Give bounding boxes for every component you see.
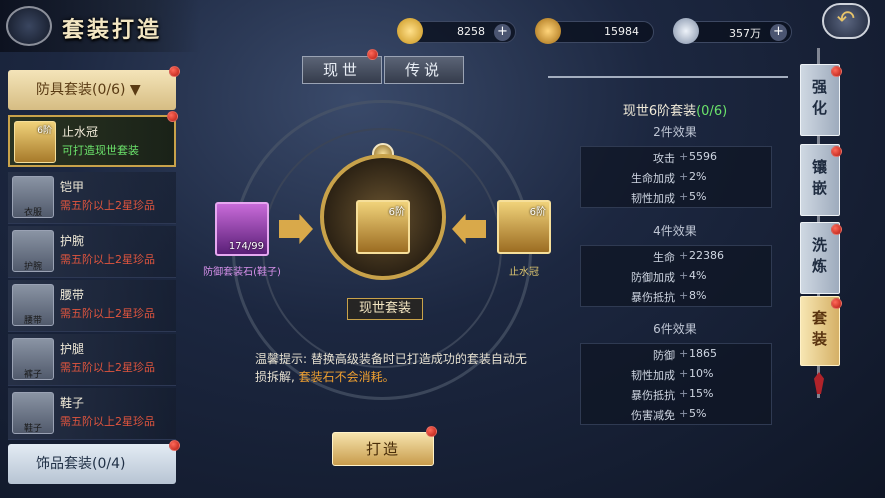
item-name: 铠甲 <box>60 180 85 194</box>
notification-dot <box>367 49 378 60</box>
item-rank: 6阶 <box>37 126 52 136</box>
accessory-set-category-button[interactable]: 饰品套装(0/4) <box>8 440 180 484</box>
notification-dot <box>831 224 842 235</box>
page-title: 套装打造 <box>62 18 163 43</box>
list-item-bracer[interactable]: 护腕 护腕 需五阶以上2星珍品 <box>8 226 176 278</box>
tip-text: 温馨提示: 替换高级装备时已打造成功的套装自动无损拆解, 套装石不会消耗。 <box>255 352 527 384</box>
currency-bound-gold-value: 15984 <box>604 25 639 38</box>
armor-slot-icon: 衣服 <box>12 176 54 218</box>
list-item-leggings[interactable]: 裤子 护腿 需五阶以上2星珍品 <box>8 334 176 386</box>
list-item-shoes[interactable]: 鞋子 鞋子 需五阶以上2星珍品 <box>8 388 176 440</box>
target-equipment-slot[interactable]: 6阶 <box>497 200 551 254</box>
item-desc: 需五阶以上2星珍品 <box>60 361 155 374</box>
dropdown-triangle-icon: ▼ <box>129 82 141 98</box>
set-title: 现世6阶套装(0/6) <box>622 104 728 119</box>
set-stone-slot[interactable]: 174/99 <box>215 202 269 256</box>
leggings-slot-icon: 裤子 <box>12 338 54 380</box>
notification-dot <box>831 298 842 309</box>
item-desc: 需五阶以上2星珍品 <box>60 307 155 320</box>
armor-set-category-label: 防具套装(0/6) <box>36 82 126 98</box>
center-slot-rank: 6阶 <box>388 207 405 218</box>
item-name: 止水冠 <box>62 125 99 139</box>
currency-silver: 357万 + <box>673 18 792 44</box>
currency-gold: 8258 + <box>397 18 516 44</box>
item-name: 护腿 <box>60 342 85 356</box>
notification-dot <box>167 111 178 122</box>
accessory-set-category-label: 饰品套装(0/4) <box>36 456 126 472</box>
forge-button[interactable]: 打造 <box>332 432 434 466</box>
item-desc: 需五阶以上2星珍品 <box>60 253 155 266</box>
item-desc: 可打造现世套装 <box>62 144 139 157</box>
tassel-icon <box>814 372 824 394</box>
notification-dot <box>426 426 437 437</box>
notification-dot <box>831 66 842 77</box>
notification-dot <box>169 66 180 77</box>
target-slot-rank: 6阶 <box>529 207 546 218</box>
effect-box-4: 生命 +22386 防御加成 +4% 暴伤抵抗 +8% <box>580 245 772 307</box>
add-silver-button[interactable]: + <box>770 24 787 41</box>
list-item-belt[interactable]: 腰带 腰带 需五阶以上2星珍品 <box>8 280 176 332</box>
currency-bound-gold: 15984 <box>535 18 654 44</box>
back-arrow-icon: ↶ <box>836 7 856 32</box>
item-name: 鞋子 <box>60 396 85 410</box>
currency-silver-value: 357万 <box>729 27 761 40</box>
silver-coin-icon <box>673 18 699 44</box>
panel-divider <box>548 76 788 88</box>
helmet-icon: 6阶 <box>14 121 56 163</box>
effect-head-4: 4件效果 <box>653 224 697 238</box>
armor-set-category-button[interactable]: 防具套装(0/6) ▼ <box>8 66 180 110</box>
currency-gold-value: 8258 <box>457 25 485 38</box>
bracer-slot-icon: 护腕 <box>12 230 54 272</box>
effect-head-6: 6件效果 <box>653 322 697 336</box>
set-stone-count: 174/99 <box>228 241 264 252</box>
shoes-slot-icon: 鞋子 <box>12 392 54 434</box>
bound-gold-icon <box>535 18 561 44</box>
set-type-plate: 现世套装 <box>347 298 423 320</box>
effect-head-2: 2件效果 <box>653 125 697 139</box>
list-item-armor[interactable]: 衣服 铠甲 需五阶以上2星珍品 <box>8 172 176 224</box>
list-item-zhishuiguan[interactable]: 6阶 止水冠 可打造现世套装 <box>8 111 178 167</box>
set-stone-label: 防御套装石(鞋子) <box>203 267 281 278</box>
item-name: 护腕 <box>60 234 85 248</box>
back-button[interactable]: ↶ <box>822 3 870 39</box>
item-desc: 需五阶以上2星珍品 <box>60 199 155 212</box>
effect-box-6: 防御 +1865 韧性加成 +10% 暴伤抵抗 +15% 伤害减免 +5% <box>580 343 772 425</box>
gold-ingot-icon <box>397 18 423 44</box>
item-name: 腰带 <box>60 288 85 302</box>
belt-slot-icon: 腰带 <box>12 284 54 326</box>
add-gold-button[interactable]: + <box>494 24 511 41</box>
center-equipment-slot[interactable]: 6阶 <box>356 200 410 254</box>
effect-box-2: 攻击 +5596 生命加成 +2% 韧性加成 +5% <box>580 146 772 208</box>
swirl-emblem-icon <box>6 6 52 46</box>
tab-xianshi[interactable]: 现世 <box>302 56 382 84</box>
tab-chuanshuo[interactable]: 传说 <box>384 56 464 84</box>
notification-dot <box>169 440 180 451</box>
notification-dot <box>831 146 842 157</box>
target-slot-label: 止水冠 <box>509 267 539 278</box>
item-desc: 需五阶以上2星珍品 <box>60 415 155 428</box>
